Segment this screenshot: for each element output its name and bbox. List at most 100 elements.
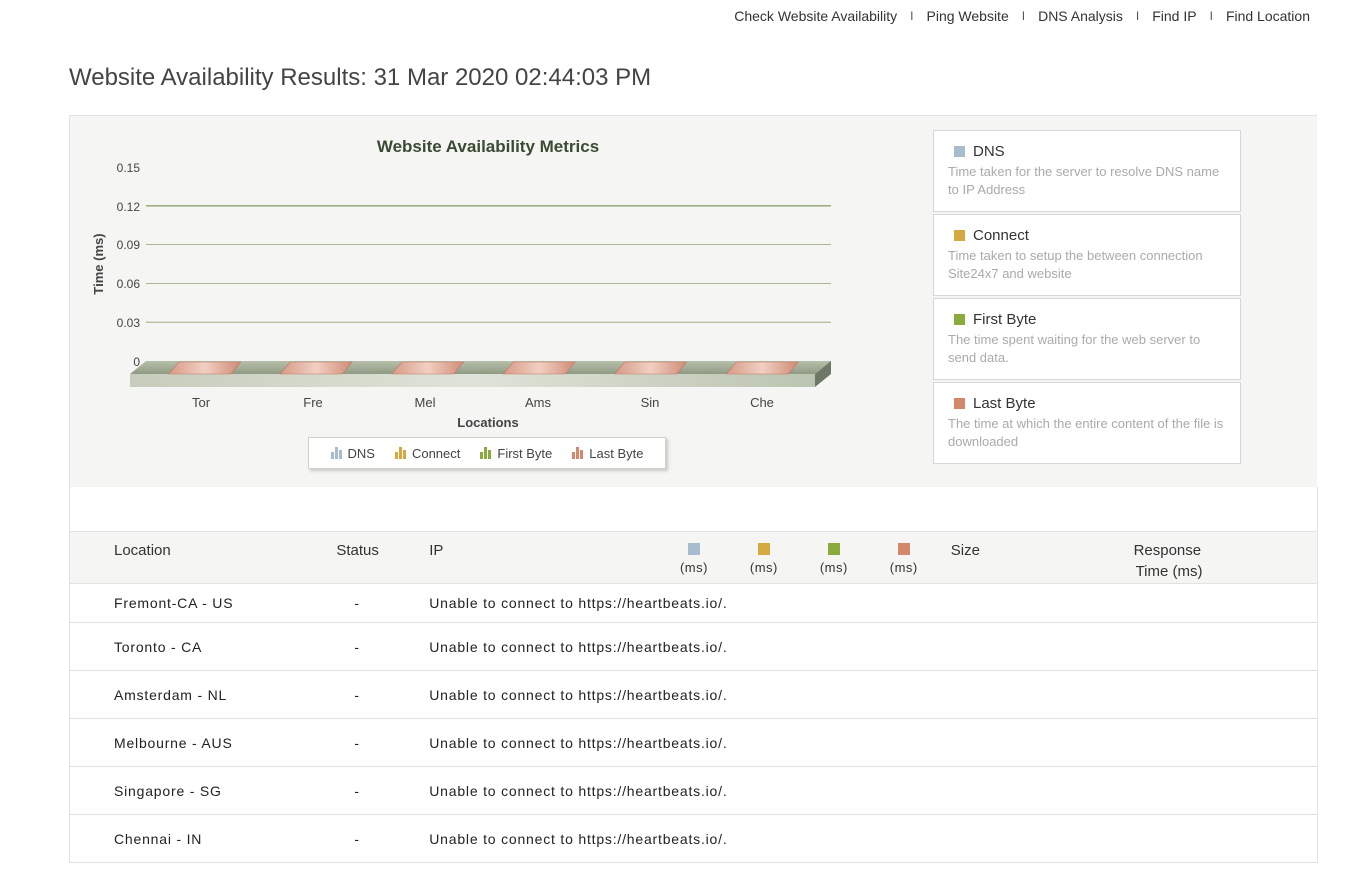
chart-gridlines bbox=[146, 205, 831, 323]
y-tick-label: 0.12 bbox=[117, 200, 141, 214]
x-axis-ticks: Tor Fre Mel Ams Sin Che bbox=[192, 395, 774, 410]
bar-mel[interactable] bbox=[391, 361, 465, 375]
availability-chart: Website Availability Metrics Time (ms) 0… bbox=[91, 137, 831, 430]
bar-ams[interactable] bbox=[502, 361, 576, 375]
nav-separator: I bbox=[1021, 9, 1026, 23]
metric-description: The time at which the entire content of … bbox=[948, 416, 1224, 449]
row-location: Fremont-CA - US bbox=[69, 583, 337, 623]
bar-che[interactable] bbox=[725, 361, 799, 375]
legend-dns[interactable]: DNS bbox=[330, 445, 375, 461]
metric-title: DNS bbox=[973, 143, 1005, 160]
metric-legend-first-byte: First Byte The time spent waiting for th… bbox=[933, 298, 1241, 380]
row-location: Chennai - IN bbox=[69, 814, 337, 863]
y-tick-label: 0.15 bbox=[117, 161, 141, 175]
legend-first-byte-label: First Byte bbox=[497, 445, 553, 461]
bar-fre[interactable] bbox=[279, 361, 353, 375]
chart-panel: Website Availability Metrics Time (ms) 0… bbox=[69, 115, 1317, 488]
row-location: Amsterdam - NL bbox=[69, 670, 337, 719]
x-axis-label: Locations bbox=[457, 415, 518, 430]
y-axis-label: Time (ms) bbox=[91, 233, 106, 294]
metric-description: The time spent waiting for the web serve… bbox=[948, 332, 1201, 365]
header-location: Location bbox=[69, 531, 337, 584]
bar-top bbox=[725, 361, 799, 375]
bar-chart-icon bbox=[330, 447, 342, 459]
bar-chart-icon bbox=[394, 447, 406, 459]
bar-top bbox=[614, 361, 688, 375]
header-first-byte-ms: (ms) bbox=[798, 531, 869, 584]
row-status: - bbox=[336, 814, 429, 863]
results-table: Location Status IP (ms) (ms) (ms) (ms) S… bbox=[69, 531, 1319, 863]
x-tick-label: Mel bbox=[415, 395, 436, 410]
row-message: Unable to connect to https://heartbeats.… bbox=[428, 622, 1319, 671]
row-status: - bbox=[336, 583, 429, 623]
nav-check-website-availability[interactable]: Check Website Availability bbox=[734, 8, 897, 24]
legend-last-byte-label: Last Byte bbox=[589, 445, 644, 461]
table-row: Singapore - SG - Unable to connect to ht… bbox=[69, 766, 1319, 815]
y-tick-label: 0.06 bbox=[117, 277, 141, 291]
x-tick-label: Tor bbox=[192, 395, 211, 410]
last-byte-color-swatch bbox=[897, 543, 910, 555]
x-tick-label: Che bbox=[750, 395, 774, 410]
row-status: - bbox=[336, 766, 429, 815]
dns-color-swatch bbox=[687, 543, 700, 555]
table-row: Melbourne - AUS - Unable to connect to h… bbox=[69, 718, 1319, 767]
x-tick-label: Fre bbox=[303, 395, 323, 410]
table-row: Toronto - CA - Unable to connect to http… bbox=[69, 622, 1319, 671]
metric-title: First Byte bbox=[973, 311, 1037, 328]
row-message: Unable to connect to https://heartbeats.… bbox=[428, 670, 1319, 719]
metric-legend-last-byte: Last Byte The time at which the entire c… bbox=[933, 382, 1241, 464]
metric-legend-connect: Connect Time taken to setup the between … bbox=[933, 214, 1241, 296]
dns-color-swatch bbox=[954, 146, 965, 157]
last-byte-color-swatch bbox=[954, 398, 965, 409]
top-navigation: Check Website Availability I Ping Websit… bbox=[734, 8, 1310, 24]
page-title: Website Availability Results: 31 Mar 202… bbox=[69, 64, 652, 91]
nav-separator: I bbox=[1135, 9, 1140, 23]
header-size: Size bbox=[938, 531, 1109, 584]
nav-find-ip[interactable]: Find IP bbox=[1152, 8, 1196, 24]
nav-find-location[interactable]: Find Location bbox=[1226, 8, 1310, 24]
bar-tor[interactable] bbox=[168, 361, 242, 375]
nav-separator: I bbox=[910, 9, 914, 23]
bar-top bbox=[391, 361, 465, 375]
metric-description: Time taken to setup the between connecti… bbox=[948, 248, 1203, 281]
row-message: Unable to connect to https://heartbeats.… bbox=[428, 766, 1319, 815]
bar-sin[interactable] bbox=[614, 361, 688, 375]
table-header-row: Location Status IP (ms) (ms) (ms) (ms) S… bbox=[69, 531, 1318, 584]
legend-connect-label: Connect bbox=[411, 445, 461, 461]
bar-chart-icon bbox=[480, 447, 492, 459]
y-axis-ticks: 0.15 0.12 0.09 0.06 0.03 0 bbox=[117, 161, 141, 369]
nav-dns-analysis[interactable]: DNS Analysis bbox=[1038, 8, 1123, 24]
row-location: Singapore - SG bbox=[69, 766, 337, 815]
header-status: Status bbox=[336, 531, 429, 584]
legend-connect[interactable]: Connect bbox=[394, 445, 461, 461]
table-row: Chennai - IN - Unable to connect to http… bbox=[69, 814, 1319, 863]
header-connect-ms: (ms) bbox=[728, 531, 799, 584]
row-status: - bbox=[336, 670, 429, 719]
bar-top bbox=[279, 361, 353, 375]
legend-dns-label: DNS bbox=[347, 445, 375, 461]
nav-separator: I bbox=[1209, 9, 1213, 23]
y-tick-label: 0.09 bbox=[117, 238, 141, 252]
row-location: Melbourne - AUS bbox=[69, 718, 337, 767]
metric-title: Connect bbox=[973, 227, 1029, 244]
metric-title: Last Byte bbox=[973, 395, 1036, 412]
legend-first-byte[interactable]: First Byte bbox=[480, 446, 552, 461]
y-tick-label: 0.03 bbox=[117, 316, 141, 330]
x-tick-label: Sin bbox=[641, 395, 660, 410]
chart-title: Website Availability Metrics bbox=[377, 137, 599, 156]
row-status: - bbox=[336, 718, 429, 767]
bar-top bbox=[168, 361, 242, 375]
metric-description: Time taken for the server to resolve DNS… bbox=[948, 164, 1220, 197]
header-response-time: Response Time (ms) bbox=[1108, 531, 1318, 584]
connect-color-swatch bbox=[757, 543, 770, 555]
header-last-byte-ms: (ms) bbox=[868, 531, 939, 584]
first-byte-color-swatch bbox=[827, 543, 840, 555]
nav-ping-website[interactable]: Ping Website bbox=[927, 8, 1009, 24]
header-ip: IP bbox=[428, 531, 659, 584]
metric-legend: DNS Time taken for the server to resolve… bbox=[933, 130, 1241, 466]
legend-last-byte[interactable]: Last Byte bbox=[572, 446, 643, 461]
row-location: Toronto - CA bbox=[69, 622, 337, 671]
bar-chart-icon bbox=[572, 447, 584, 459]
table-row: Amsterdam - NL - Unable to connect to ht… bbox=[69, 670, 1319, 719]
header-dns-ms: (ms) bbox=[658, 531, 729, 584]
